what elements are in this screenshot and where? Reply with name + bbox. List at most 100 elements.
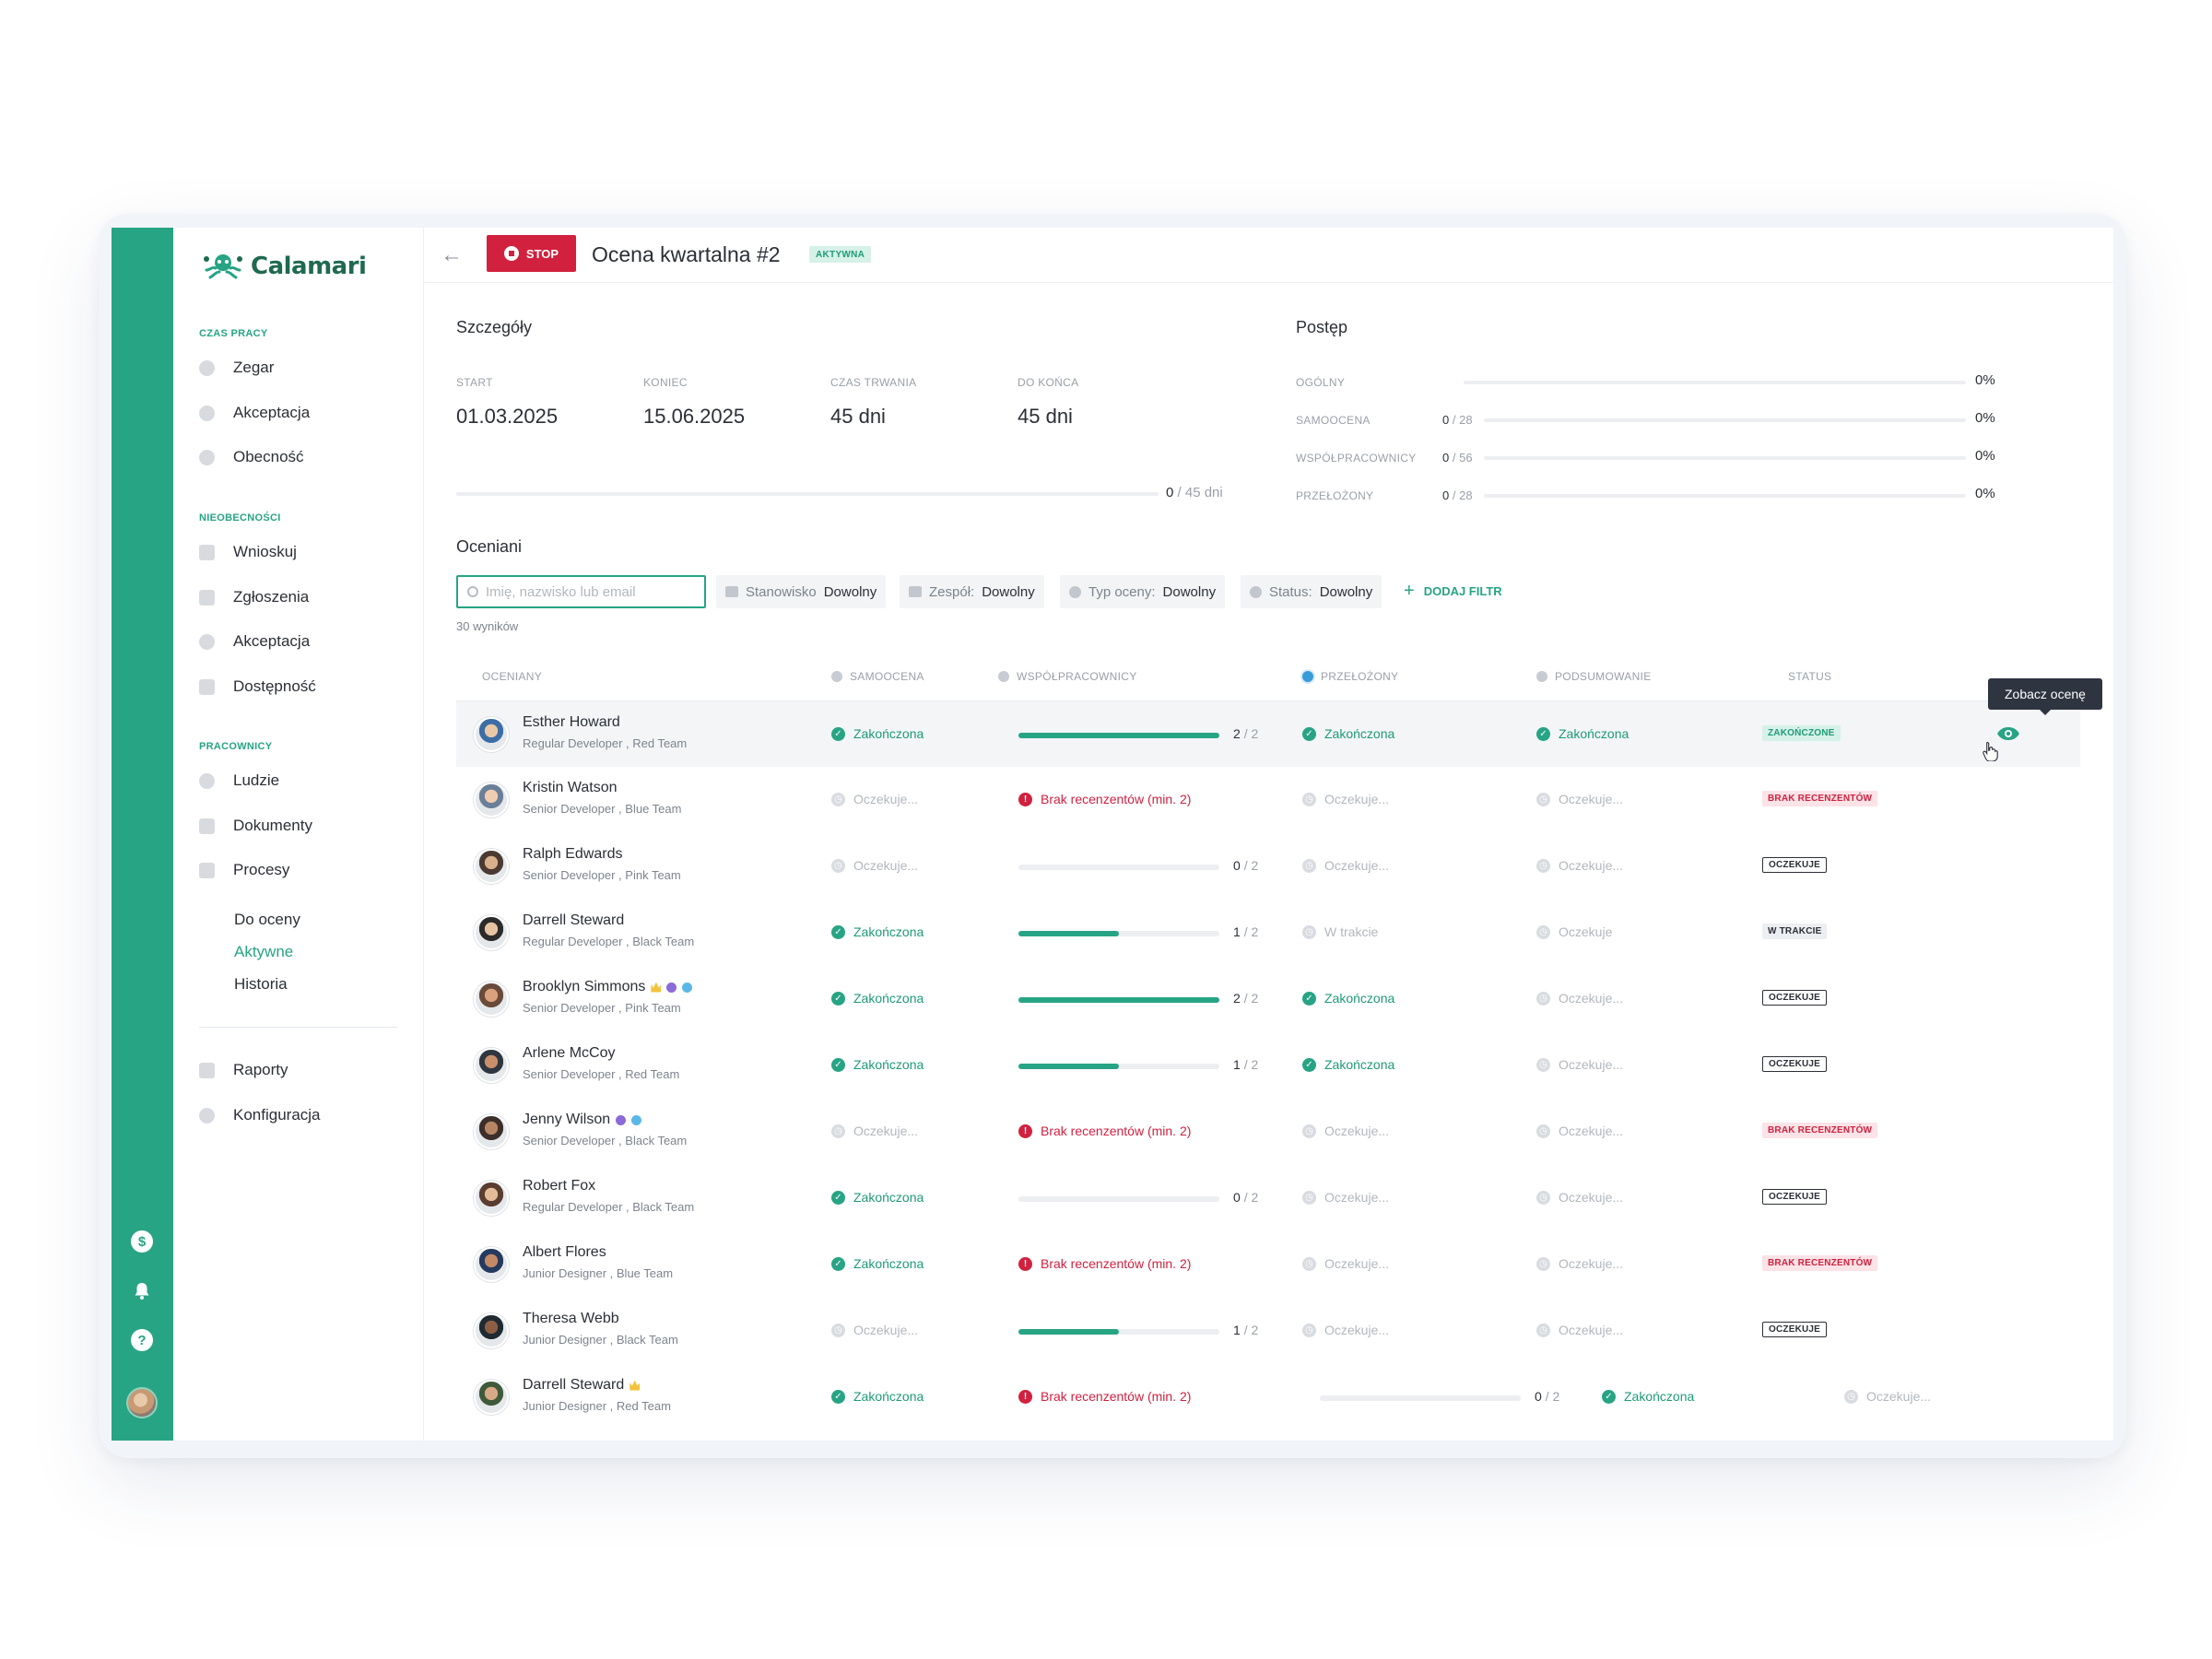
search-box[interactable] [456, 575, 706, 608]
eye-icon[interactable] [1996, 726, 2020, 741]
column-header-peers[interactable]: WSPÓŁPRACOWNICY [998, 670, 1137, 683]
plus-icon: + [1404, 581, 1415, 601]
peers-count: 0 / 2 [1233, 1190, 1258, 1205]
filter-team[interactable]: Zespół: Dowolny [900, 575, 1044, 608]
peers-cell[interactable]: ! Brak recenzentów (min. 2) [1018, 1389, 1191, 1404]
progress-count-total: / 28 [1452, 488, 1473, 502]
peers-error: Brak recenzentów (min. 2) [1041, 1256, 1192, 1271]
avatar [474, 1181, 509, 1216]
help-icon[interactable]: ? [131, 1329, 153, 1351]
column-header-reviewee[interactable]: OCENIANY [482, 670, 542, 683]
reviewee-name[interactable]: Arlene McCoy [523, 1045, 615, 1062]
reviewee-name[interactable]: Robert Fox [523, 1178, 595, 1194]
check-icon: ✓ [831, 1190, 845, 1205]
table-row[interactable]: Darrell Steward Junior Designer , Red Tea… [456, 1364, 2080, 1430]
bell-icon[interactable] [131, 1280, 153, 1302]
peers-cell[interactable]: ! Brak recenzentów (min. 2) [1018, 1124, 1191, 1138]
status-badge: OCZEKUJE [1762, 1189, 1828, 1205]
reviewee-name[interactable]: Albert Flores [523, 1244, 606, 1261]
reviewee-name[interactable]: Ralph Edwards [523, 846, 623, 863]
table-row[interactable]: Jenny Wilson Senior Developer , Black Tea… [456, 1099, 2080, 1165]
table-row[interactable]: Albert Flores Junior Designer , Blue Team… [456, 1231, 2080, 1298]
reviewee-name-text: Brooklyn Simmons [523, 979, 646, 994]
manager-cell: ◷ Oczekuje... [1302, 1323, 1389, 1337]
peers-total: / 2 [1243, 991, 1259, 1006]
star-icon [1069, 585, 1081, 598]
summary-status: Oczekuje [1559, 924, 1613, 939]
sidebar-item-zgloszenia[interactable]: Zgłoszenia [199, 583, 309, 611]
table-row[interactable]: Arlene McCoy Senior Developer , Red Team ✓… [456, 1032, 2080, 1099]
column-header-self[interactable]: SAMOOCENA [831, 670, 924, 683]
reviewee-role: Senior Developer , Pink Team [523, 868, 681, 882]
table-row[interactable]: Ralph Edwards Senior Developer , Pink Tea… [456, 833, 2080, 900]
reviewee-name[interactable]: Kristin Watson [523, 780, 618, 796]
table-row[interactable]: Robert Fox Regular Developer , Black Team… [456, 1165, 2080, 1231]
user-avatar[interactable] [126, 1387, 158, 1418]
sidebar-subitem-aktywne[interactable]: Aktywne [234, 943, 293, 961]
table-row[interactable]: Darrell Steward Regular Developer , Black… [456, 900, 2080, 966]
reviewee-name-text: Darrell Steward [523, 1377, 625, 1393]
sidebar-item-dostepnosc[interactable]: Dostępność [199, 673, 316, 700]
purple-badge-icon [666, 982, 677, 993]
table-row[interactable]: Kristin Watson Senior Developer , Blue Te… [456, 767, 2080, 833]
peers-cell[interactable]: ! Brak recenzentów (min. 2) [1018, 1256, 1191, 1271]
process-icon [199, 862, 215, 878]
reviewee-name[interactable]: Theresa Webb [523, 1311, 619, 1327]
table-row[interactable]: Theresa Webb Junior Designer , Black Team… [456, 1298, 2080, 1364]
sidebar-item-zegar[interactable]: Zegar [199, 354, 274, 382]
sidebar-item-label: Dokumenty [233, 817, 312, 834]
stop-button[interactable]: STOP [487, 235, 576, 272]
sidebar-item-akceptacja-2[interactable]: Akceptacja [199, 628, 310, 655]
table-row[interactable]: Brooklyn Simmons Senior Developer , Pink … [456, 966, 2080, 1032]
topbar: ← STOP Ocena kwartalna #2 AKTYWNA [424, 228, 2113, 283]
reviewee-role: Regular Developer , Black Team [523, 1200, 695, 1214]
sidebar-subitem-historia[interactable]: Historia [234, 975, 288, 994]
column-header-status[interactable]: STATUS [1788, 670, 1831, 683]
peers-cell[interactable]: ! Brak recenzentów (min. 2) [1018, 792, 1191, 806]
search-input[interactable] [486, 583, 688, 600]
filter-value: Dowolny [823, 583, 877, 600]
summary-cell: ◷ Oczekuje... [1536, 1190, 1623, 1205]
filter-position[interactable]: Stanowisko Dowolny [716, 575, 887, 608]
reviewee-name[interactable]: Darrell Steward [523, 912, 624, 929]
peers-done: 0 [1233, 1190, 1241, 1205]
sidebar-subitem-do-oceny[interactable]: Do oceny [234, 911, 300, 929]
column-header-label: SAMOOCENA [850, 670, 924, 683]
progress-count-total: / 28 [1452, 413, 1473, 427]
column-header-label: WSPÓŁPRACOWNICY [1017, 670, 1137, 683]
manager-cell: ✓ Zakończona [1302, 726, 1394, 741]
sidebar-item-dokumenty[interactable]: Dokumenty [199, 812, 312, 840]
reviewee-name[interactable]: Esther Howard [523, 714, 620, 731]
reviewee-name[interactable]: Brooklyn Simmons [523, 979, 693, 995]
sidebar-item-raporty[interactable]: Raporty [199, 1056, 288, 1084]
summary-status: Zakończona [1624, 1389, 1695, 1404]
column-header-manager[interactable]: PRZEŁOŻONY [1302, 670, 1398, 683]
nav-section-pracownicy: PRACOWNICY [199, 741, 273, 752]
add-filter-button[interactable]: + DODAJ FILTR [1404, 581, 1502, 601]
sidebar-item-wnioskuj[interactable]: Wnioskuj [199, 538, 297, 566]
summary-cell: ◷ Oczekuje... [1536, 1057, 1623, 1072]
sidebar-item-konfiguracja[interactable]: Konfiguracja [199, 1101, 321, 1129]
column-header-summary[interactable]: PODSUMOWANIE [1536, 670, 1652, 683]
filter-review-type[interactable]: Typ oceny: Dowolny [1060, 575, 1226, 608]
error-icon: ! [1018, 1124, 1032, 1138]
sidebar-item-akceptacja[interactable]: Akceptacja [199, 399, 310, 427]
back-arrow-icon[interactable]: ← [441, 244, 463, 266]
reviewee-role: Junior Designer , Blue Team [523, 1266, 674, 1280]
detail-value-start: 01.03.2025 [456, 405, 559, 428]
currency-icon[interactable]: $ [131, 1230, 153, 1253]
team-icon [909, 586, 922, 597]
logo[interactable]: Calamari [201, 250, 367, 283]
sidebar-item-ludzie[interactable]: Ludzie [199, 767, 279, 794]
manager-cell: ◷ Oczekuje... [1302, 858, 1389, 873]
sidebar-item-obecnosc[interactable]: Obecność [199, 443, 304, 471]
reviewee-name[interactable]: Darrell Steward [523, 1377, 641, 1394]
filter-status[interactable]: Status: Dowolny [1241, 575, 1382, 608]
clock-icon [199, 359, 215, 376]
table-row[interactable]: Esther Howard Regular Developer , Red Tea… [456, 700, 2080, 767]
sidebar-item-procesy[interactable]: Procesy [199, 856, 289, 884]
reviewee-name-text: Kristin Watson [523, 780, 618, 795]
progress-label-self: SAMOOCENA [1296, 414, 1371, 427]
reviewee-name[interactable]: Jenny Wilson [523, 1112, 642, 1128]
crown-icon [651, 982, 662, 993]
